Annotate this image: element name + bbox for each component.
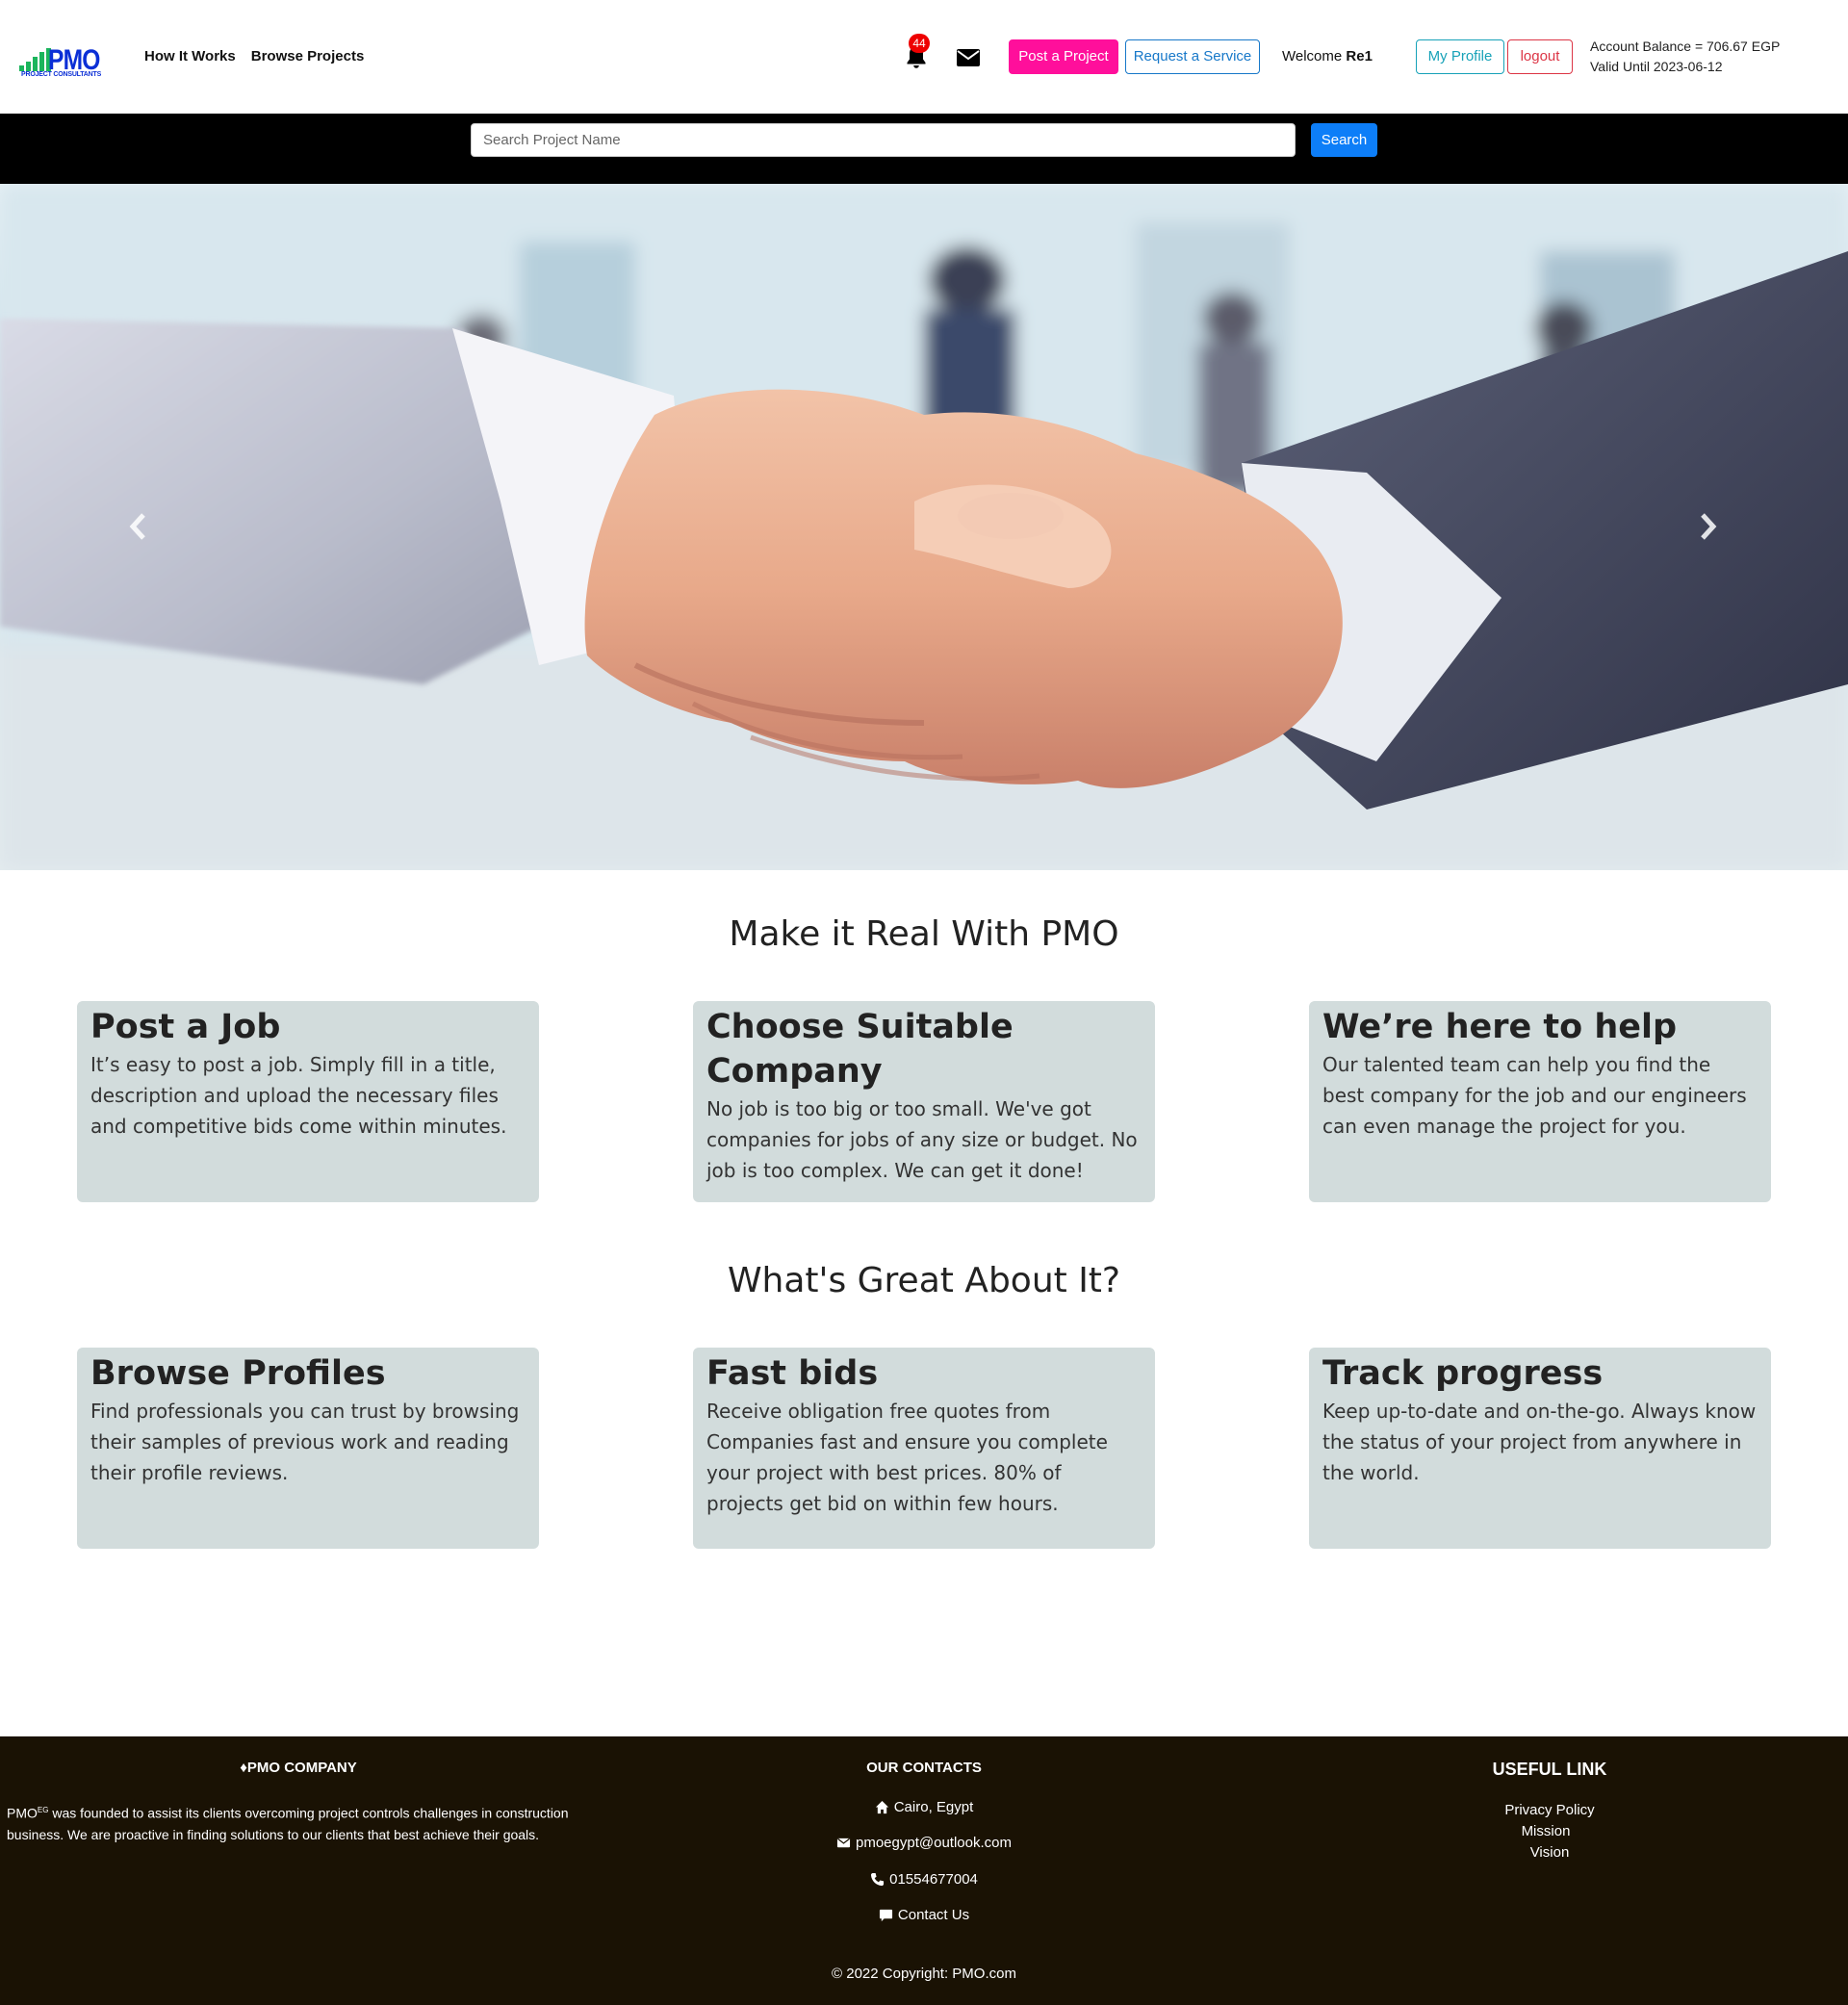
card-title: Choose Suitable Company — [706, 1008, 1014, 1091]
card-text: Receive obligation free quotes from Comp… — [706, 1400, 1108, 1515]
my-profile-button[interactable]: My Profile — [1416, 39, 1504, 74]
main-nav: How It Works Browse Projects — [144, 48, 364, 64]
footer-address: Cairo, Egypt — [732, 1799, 1116, 1815]
footer-company-description: PMOEG was founded to assist its clients … — [7, 1800, 594, 1845]
logout-button[interactable]: logout — [1507, 39, 1573, 74]
search-button[interactable]: Search — [1311, 123, 1377, 157]
footer-company-title-text: PMO COMPANY — [246, 1760, 357, 1776]
nav-browse-projects[interactable]: Browse Projects — [251, 48, 365, 64]
phone-icon — [871, 1872, 885, 1887]
footer-phone-text: 01554677004 — [889, 1871, 978, 1888]
welcome-text: Welcome Re1 — [1282, 48, 1373, 64]
footer-company-text: was founded to assist its clients overco… — [7, 1805, 569, 1842]
search-input[interactable] — [471, 123, 1296, 157]
diamond-icon: ♦ — [240, 1760, 247, 1776]
card-text: It’s easy to post a job. Simply fill in … — [90, 1053, 507, 1138]
footer-contact-us-text: Contact Us — [897, 1907, 970, 1923]
footer-company-title: ♦PMO COMPANY — [0, 1760, 597, 1776]
card-title: We’re here to help — [1322, 1008, 1678, 1046]
username: Re1 — [1346, 48, 1373, 64]
footer-link-privacy-policy[interactable]: Privacy Policy — [1357, 1802, 1742, 1818]
feature-card: Track progress Keep up-to-date and on-th… — [1309, 1348, 1771, 1549]
footer-email[interactable]: pmoegypt@outlook.com — [732, 1835, 1116, 1851]
card-title: Track progress — [1322, 1354, 1604, 1393]
footer-link-vision[interactable]: Vision — [1357, 1844, 1742, 1861]
envelope-icon — [836, 1838, 851, 1848]
valid-until: Valid Until 2023-06-12 — [1590, 59, 1723, 74]
card-title: Fast bids — [706, 1354, 879, 1393]
footer-copyright: © 2022 Copyright: PMO.com — [832, 1966, 1016, 1982]
feature-card: Browse Profiles Find professionals you c… — [77, 1348, 539, 1549]
footer-contacts-title: OUR CONTACTS — [866, 1760, 982, 1776]
footer-link-mission[interactable]: Mission — [1353, 1823, 1738, 1839]
handshake-image — [0, 184, 1848, 870]
pmo-logo[interactable]: PMO PROJECT CONSULTANTS — [19, 42, 101, 81]
account-info: Account Balance = 706.67 EGP Valid Until… — [1590, 37, 1780, 77]
footer-email-text: pmoegypt@outlook.com — [856, 1835, 1012, 1851]
logo-bars-icon — [19, 48, 51, 71]
footer-company-sup: EG — [37, 1806, 49, 1814]
card-text: Keep up-to-date and on-the-go. Always kn… — [1322, 1400, 1757, 1484]
card-title: Browse Profiles — [90, 1354, 386, 1393]
feature-card: Fast bids Receive obligation free quotes… — [693, 1348, 1155, 1549]
card-text: No job is too big or too small. We've go… — [706, 1097, 1138, 1182]
card-text: Our talented team can help you find the … — [1322, 1053, 1747, 1138]
chat-icon — [879, 1909, 892, 1922]
mail-icon[interactable] — [956, 48, 981, 67]
card-text: Find professionals you can trust by brow… — [90, 1400, 520, 1484]
account-balance: Account Balance = 706.67 EGP — [1590, 39, 1781, 54]
footer-company-prefix: PMO — [7, 1805, 38, 1821]
header: PMO PROJECT CONSULTANTS How It Works Bro… — [0, 0, 1848, 114]
carousel-next-icon[interactable] — [1693, 507, 1722, 546]
logo-subtext: PROJECT CONSULTANTS — [21, 71, 102, 78]
feature-card: Post a Job It’s easy to post a job. Simp… — [77, 1001, 539, 1202]
request-service-button[interactable]: Request a Service — [1125, 39, 1260, 74]
feature-card: Choose Suitable Company No job is too bi… — [693, 1001, 1155, 1202]
carousel-prev-icon[interactable] — [124, 507, 153, 546]
footer-useful-title: USEFUL LINK — [1492, 1760, 1607, 1779]
footer: ♦PMO COMPANY PMOEG was founded to assist… — [0, 1736, 1848, 2005]
nav-how-it-works[interactable]: How It Works — [144, 48, 236, 64]
search-bar: Search — [0, 114, 1848, 184]
card-title: Post a Job — [90, 1008, 281, 1046]
home-icon — [875, 1800, 888, 1814]
footer-contact-us[interactable]: Contact Us — [732, 1907, 1116, 1923]
section-title-whats-great: What's Great About It? — [727, 1261, 1121, 1300]
notification-count-badge: 44 — [909, 34, 930, 53]
welcome-label: Welcome — [1282, 48, 1343, 64]
section-title-make-it-real: Make it Real With PMO — [729, 914, 1119, 954]
footer-phone[interactable]: 01554677004 — [732, 1871, 1116, 1888]
post-project-button[interactable]: Post a Project — [1009, 39, 1118, 74]
footer-address-text: Cairo, Egypt — [893, 1799, 974, 1815]
feature-card: We’re here to help Our talented team can… — [1309, 1001, 1771, 1202]
hero-carousel — [0, 184, 1848, 870]
